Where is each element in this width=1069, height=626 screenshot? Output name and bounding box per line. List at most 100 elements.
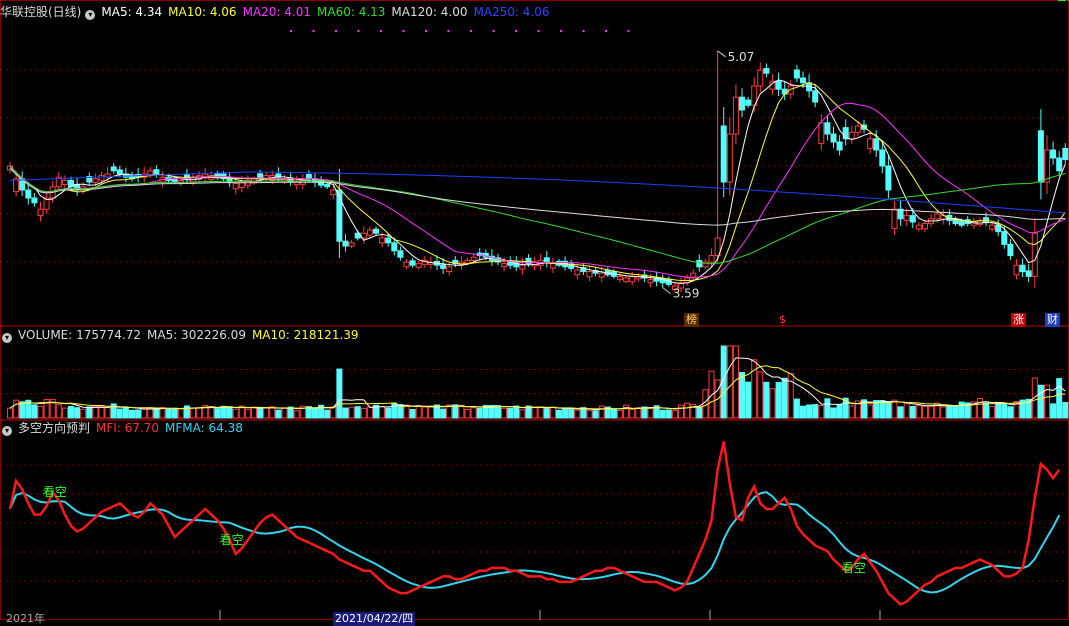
candle-body-37 — [232, 183, 239, 190]
volume-bar-37 — [232, 408, 239, 419]
volume-bar-15 — [98, 405, 105, 419]
volume-bar-92 — [568, 408, 575, 419]
volume-bar-108 — [665, 409, 672, 419]
volume-bar-31 — [196, 407, 203, 419]
volume-bar-69 — [427, 406, 434, 419]
volume-bar-126 — [775, 381, 782, 419]
volume-bar-33 — [208, 406, 215, 419]
candle-body-141 — [867, 138, 874, 149]
signal-label-4: 看空 — [1055, 0, 1069, 3]
candle-body-160 — [983, 217, 989, 223]
candle-body-17 — [110, 166, 117, 172]
candle-body-135 — [830, 133, 837, 143]
volume-bar-43 — [269, 406, 276, 419]
volume-bar-30 — [190, 407, 196, 419]
volume-bar-138 — [848, 405, 855, 419]
candle-body-173 — [1062, 147, 1069, 161]
candle-body-105 — [647, 279, 654, 284]
volume-ma10-line — [9, 365, 1066, 410]
date-label-cursor: 2021/04/22/四 — [333, 612, 416, 626]
top-dot-6 — [425, 30, 427, 32]
indicator-legend-item-1: MFMA: 64.38 — [165, 421, 243, 435]
volume-bar-66 — [409, 408, 416, 419]
candle-body-129 — [793, 69, 800, 79]
volume-bar-150 — [922, 405, 928, 419]
volume-bar-91 — [562, 407, 569, 419]
volume-bar-40 — [251, 406, 257, 419]
candle-body-115 — [708, 255, 715, 263]
volume-bar-9 — [61, 407, 68, 419]
top-dot-1 — [312, 30, 315, 32]
volume-bar-46 — [287, 406, 294, 419]
volume-bar-169 — [1037, 384, 1044, 419]
candle-body-56 — [348, 242, 355, 247]
marker-dollar[interactable]: $ — [777, 313, 788, 327]
candle-body-132 — [812, 90, 819, 103]
candle-body-126 — [775, 80, 782, 90]
volume-bar-21 — [135, 409, 142, 419]
candle-body-168 — [1031, 232, 1038, 277]
volume-bar-86 — [531, 406, 538, 419]
volume-bar-84 — [519, 409, 526, 419]
candle-body-172 — [1056, 157, 1063, 172]
candle-body-59 — [366, 229, 373, 236]
top-dot-7 — [447, 30, 450, 32]
settings-icon[interactable]: ▾ — [2, 333, 12, 343]
candle-body-89 — [549, 263, 556, 269]
volume-bar-28 — [177, 408, 184, 419]
volume-bar-121 — [745, 381, 752, 419]
volume-bar-14 — [92, 406, 99, 419]
top-dot-13 — [582, 30, 585, 32]
candle-body-100 — [617, 275, 623, 280]
candle-body-75 — [464, 259, 471, 264]
top-dot-11 — [537, 30, 540, 32]
volume-bar-77 — [476, 407, 483, 419]
candle-body-165 — [1013, 264, 1020, 276]
volume-bar-67 — [415, 405, 422, 419]
ma-legend-item-1: MA10: 4.06 — [168, 5, 237, 19]
marker-zhang[interactable]: 涨 — [1011, 313, 1026, 327]
volume-bar-57 — [354, 406, 361, 419]
volume-bar-159 — [976, 397, 983, 419]
candle-body-139 — [854, 125, 861, 133]
candle-body-24 — [153, 169, 160, 175]
candle-body-88 — [543, 257, 550, 263]
settings-icon[interactable]: ▾ — [85, 10, 96, 20]
marker-cai[interactable]: 财 — [1045, 313, 1060, 327]
volume-bar-58 — [360, 407, 367, 419]
marker-bang[interactable]: 榜 — [684, 313, 699, 327]
candle-body-142 — [873, 138, 880, 151]
volume-ma5-line — [9, 357, 1066, 411]
candle-body-97 — [598, 272, 605, 278]
candle-body-150 — [922, 223, 928, 230]
volume-bar-136 — [836, 404, 843, 419]
volume-bar-50 — [312, 407, 318, 419]
candle-body-123 — [757, 69, 764, 87]
candle-body-134 — [824, 122, 831, 135]
volume-bar-118 — [726, 345, 733, 419]
volume-bar-100 — [617, 410, 623, 419]
volume-bar-53 — [330, 406, 337, 419]
candle-body-136 — [836, 141, 843, 151]
volume-bar-4 — [31, 404, 38, 419]
settings-icon[interactable]: ▾ — [2, 426, 12, 436]
ma-legend-item-0: MA5: 4.34 — [101, 5, 163, 19]
volume-bar-144 — [885, 401, 892, 419]
volume-bar-155 — [952, 405, 959, 419]
volume-bar-19 — [122, 406, 129, 419]
low-price-label: 3.59 — [673, 287, 700, 301]
volume-bar-93 — [574, 409, 581, 419]
candle-body-169 — [1037, 130, 1044, 183]
candle-body-64 — [397, 250, 404, 258]
candle-body-113 — [696, 259, 703, 268]
volume-bar-135 — [830, 407, 837, 419]
candle-body-130 — [800, 77, 806, 84]
candle-body-14 — [92, 178, 99, 184]
candle-body-61 — [379, 237, 386, 244]
volume-bar-20 — [129, 409, 135, 419]
volume-bar-55 — [342, 407, 349, 419]
candle-body-53 — [330, 189, 337, 196]
volume-bar-97 — [598, 405, 605, 419]
candle-body-72 — [446, 266, 453, 272]
top-dot-4 — [380, 30, 382, 32]
